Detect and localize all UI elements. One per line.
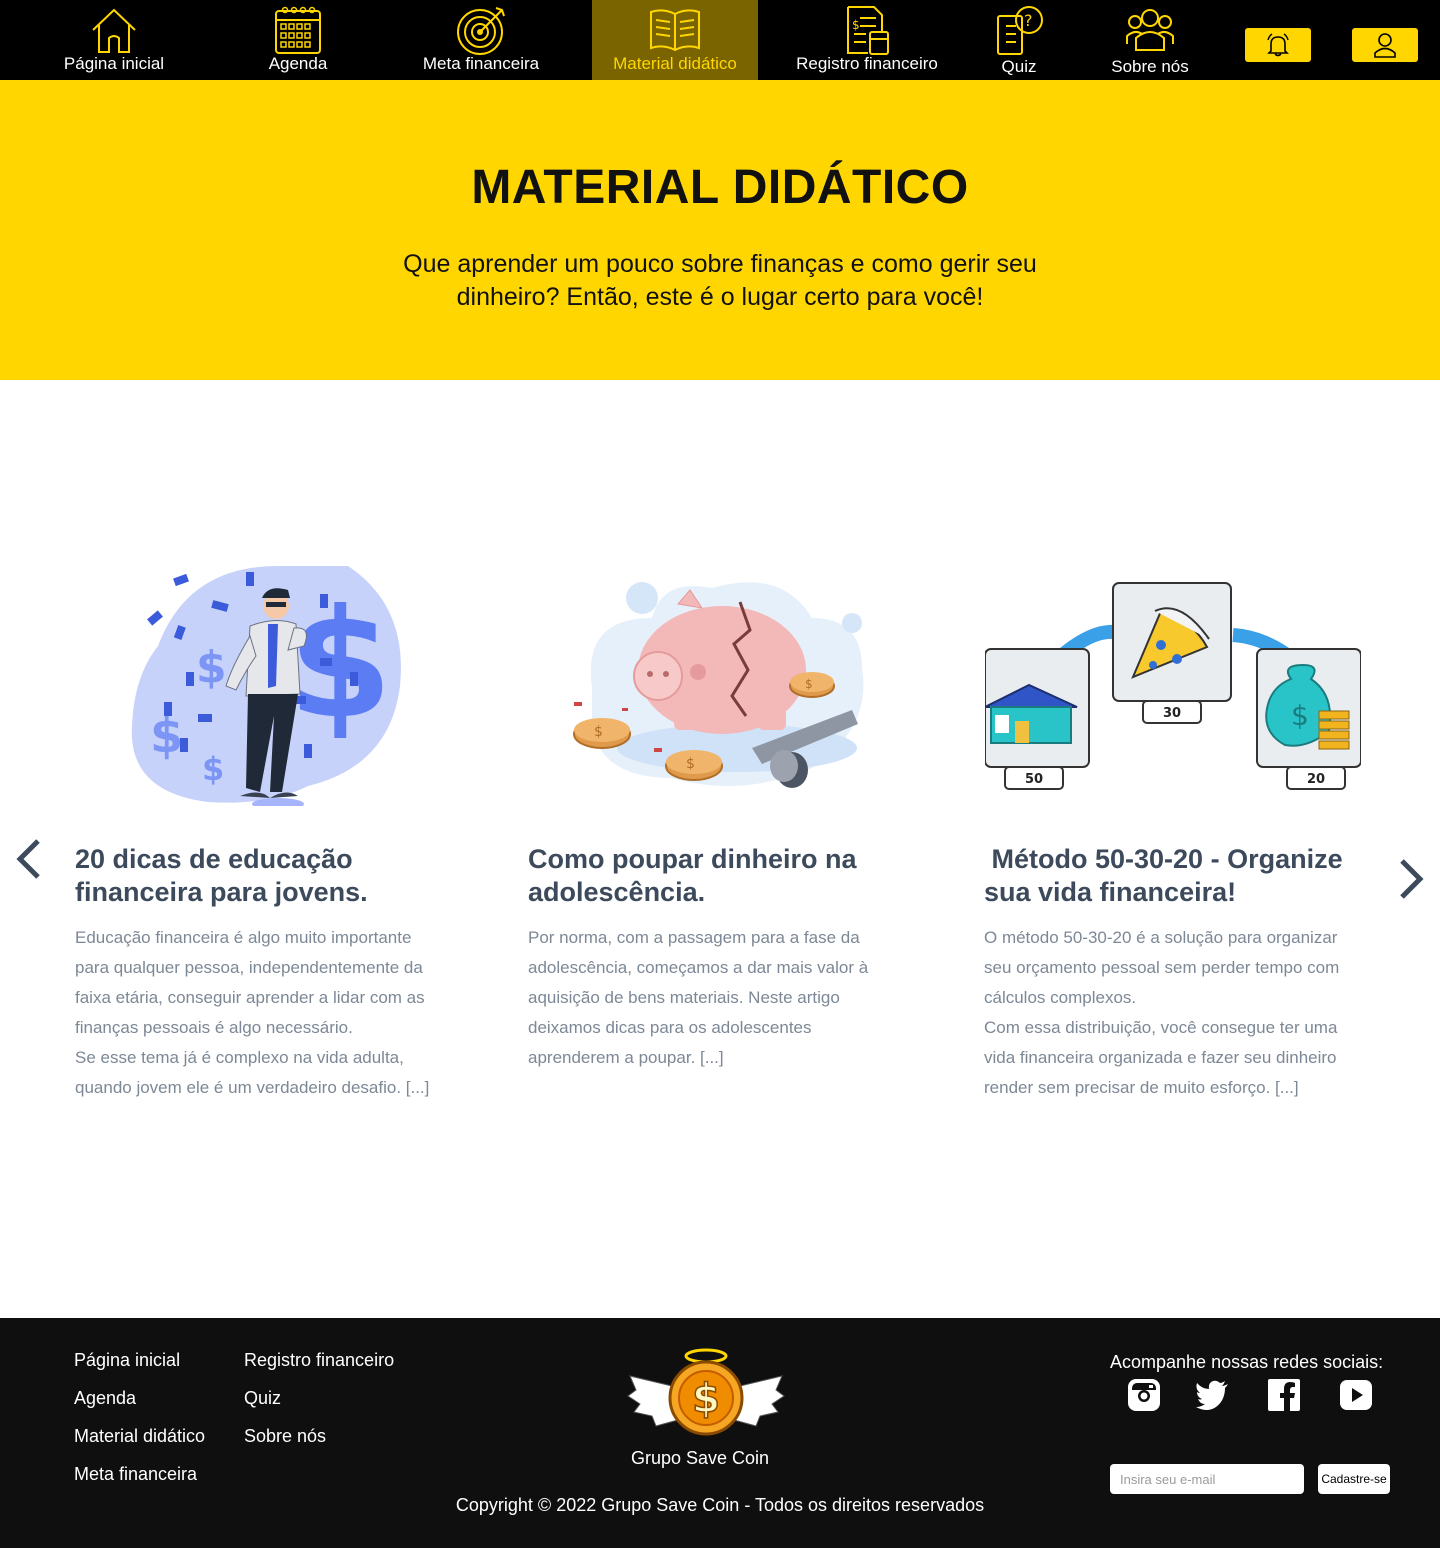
excerpt-line: seu orçamento pessoal sem perder tempo c… [984,958,1340,977]
card-title[interactable]: Como poupar dinheiro na adolescência. [528,843,928,909]
card-title[interactable]: 20 dicas de educação financeira para jov… [75,843,475,909]
nav-label: Agenda [268,54,328,73]
excerpt-line: cálculos complexos. [984,988,1137,1007]
footer: Página inicial Agenda Material didático … [0,1318,1440,1548]
newsletter-email-input[interactable] [1110,1464,1304,1494]
youtube-icon[interactable] [1339,1378,1373,1412]
signup-button[interactable]: Cadastre-se [1318,1464,1390,1494]
nav-label: Meta financeira [422,54,540,73]
target-icon [457,7,505,55]
footer-link-material-didatico[interactable]: Material didático [74,1426,205,1447]
footer-link-registro-financeiro[interactable]: Registro financeiro [244,1350,394,1371]
excerpt-line: Com essa distribuição, você consegue ter… [984,1018,1338,1037]
save-coin-logo: $ [627,1348,785,1436]
excerpt-line[interactable]: render sem precisar de muito esforço. [.… [984,1073,1404,1103]
excerpt-line: Por norma, com a passagem para a fase da [528,928,860,947]
svg-text:$: $ [196,642,227,693]
svg-text:?: ? [1024,11,1033,30]
nav-item-home[interactable]: Página inicial [40,0,188,80]
excerpt-line: O método 50-30-20 é a solução para organ… [984,928,1338,947]
nav-label: Registro financeiro [796,54,938,73]
excerpt-line: aquisição de bens materiais. Neste artig… [528,988,840,1007]
excerpt-line: Se esse tema já é complexo na vida adult… [75,1048,404,1067]
facebook-icon[interactable] [1267,1378,1301,1412]
nav-item-agenda[interactable]: Agenda [238,0,358,80]
svg-text:$: $ [686,756,695,772]
footer-link-pagina-inicial[interactable]: Página inicial [74,1350,180,1371]
svg-text:$: $ [852,18,860,32]
card-excerpt: Educação financeira é algo muito importa… [75,923,495,1103]
excerpt-line: finanças pessoais é algo necessário. [75,1018,353,1037]
footer-link-agenda[interactable]: Agenda [74,1388,136,1409]
hero-banner: MATERIAL DIDÁTICO Que aprender um pouco … [0,80,1440,380]
instagram-icon[interactable] [1127,1378,1161,1412]
excerpt-line: para qualquer pessoa, independentemente … [75,958,423,977]
label-30: 30 [1163,706,1181,721]
method-50-30-20-illustration: 50 30 20 $ [985,582,1361,790]
nav-item-sobre-nos[interactable]: Sobre nós [1100,0,1200,80]
nav-item-quiz[interactable]: ? Quiz [990,0,1048,80]
notifications-button[interactable] [1245,28,1311,62]
card-excerpt: Por norma, com a passagem para a fase da… [528,923,948,1073]
svg-text:$: $ [805,677,813,691]
nav-label: Página inicial [63,54,165,73]
top-navbar: Página inicial Agenda Meta financeira Ma… [0,0,1440,80]
excerpt-line: deixamos dicas para os adolescentes [528,1018,812,1037]
nav-label: Material didático [613,54,737,73]
bell-icon [1267,33,1289,57]
excerpt-line: adolescência, começamos a dar mais valor… [528,958,869,977]
excerpt-line: faixa etária, conseguir aprender a lidar… [75,988,425,1007]
quiz-icon: ? [997,6,1043,55]
excerpt-line[interactable]: aprenderem a poupar. [...] [528,1043,948,1073]
nav-item-registro-financeiro[interactable]: $ Registro financeiro [786,0,948,80]
footer-link-quiz[interactable]: Quiz [244,1388,281,1409]
twitter-icon[interactable] [1195,1378,1229,1412]
money-man-illustration: $ $ $ $ [131,566,401,806]
home-icon [92,8,136,53]
svg-text:$: $ [692,1376,720,1422]
nav-item-meta-financeira[interactable]: Meta financeira [406,0,556,80]
social-title: Acompanhe nossas redes sociais: [1110,1352,1384,1372]
calendar-icon [275,6,321,54]
label-50: 50 [1025,772,1043,787]
footer-link-meta-financeira[interactable]: Meta financeira [74,1464,197,1485]
group-icon [1126,9,1174,51]
page-title: MATERIAL DIDÁTICO [471,161,969,214]
svg-text:$: $ [150,708,183,764]
excerpt-line: vida financeira organizada e fazer seu d… [984,1048,1337,1067]
hero-subtitle: Que aprender um pouco sobre finanças e c… [403,250,1037,311]
copyright: Copyright © 2022 Grupo Save Coin - Todos… [455,1495,985,1515]
label-20: 20 [1307,772,1325,787]
svg-text:$: $ [594,724,603,740]
card-title[interactable]: Método 50-30-20 - Organize sua vida fina… [984,843,1384,909]
svg-text:$: $ [288,578,392,752]
nav-item-material-didatico[interactable]: Material didático [592,0,758,80]
footer-link-sobre-nos[interactable]: Sobre nós [244,1426,326,1447]
book-icon [650,9,700,52]
svg-text:$: $ [1291,699,1309,732]
user-icon [1374,33,1396,58]
svg-text:$: $ [202,750,224,788]
nav-label: Quiz [1001,57,1037,76]
ledger-icon: $ [847,6,889,55]
card-excerpt: O método 50-30-20 é a solução para organ… [984,923,1404,1103]
piggy-bank-illustration: $ $ $ [573,582,864,788]
excerpt-line[interactable]: quando jovem ele é um verdadeiro desafio… [75,1073,495,1103]
chevron-left-icon[interactable] [14,838,44,880]
excerpt-line: Educação financeira é algo muito importa… [75,928,412,947]
brand-name: Grupo Save Coin [630,1448,770,1468]
nav-label: Sobre nós [1111,57,1189,76]
user-account-button[interactable] [1352,28,1418,62]
chevron-right-icon[interactable] [1396,858,1426,900]
